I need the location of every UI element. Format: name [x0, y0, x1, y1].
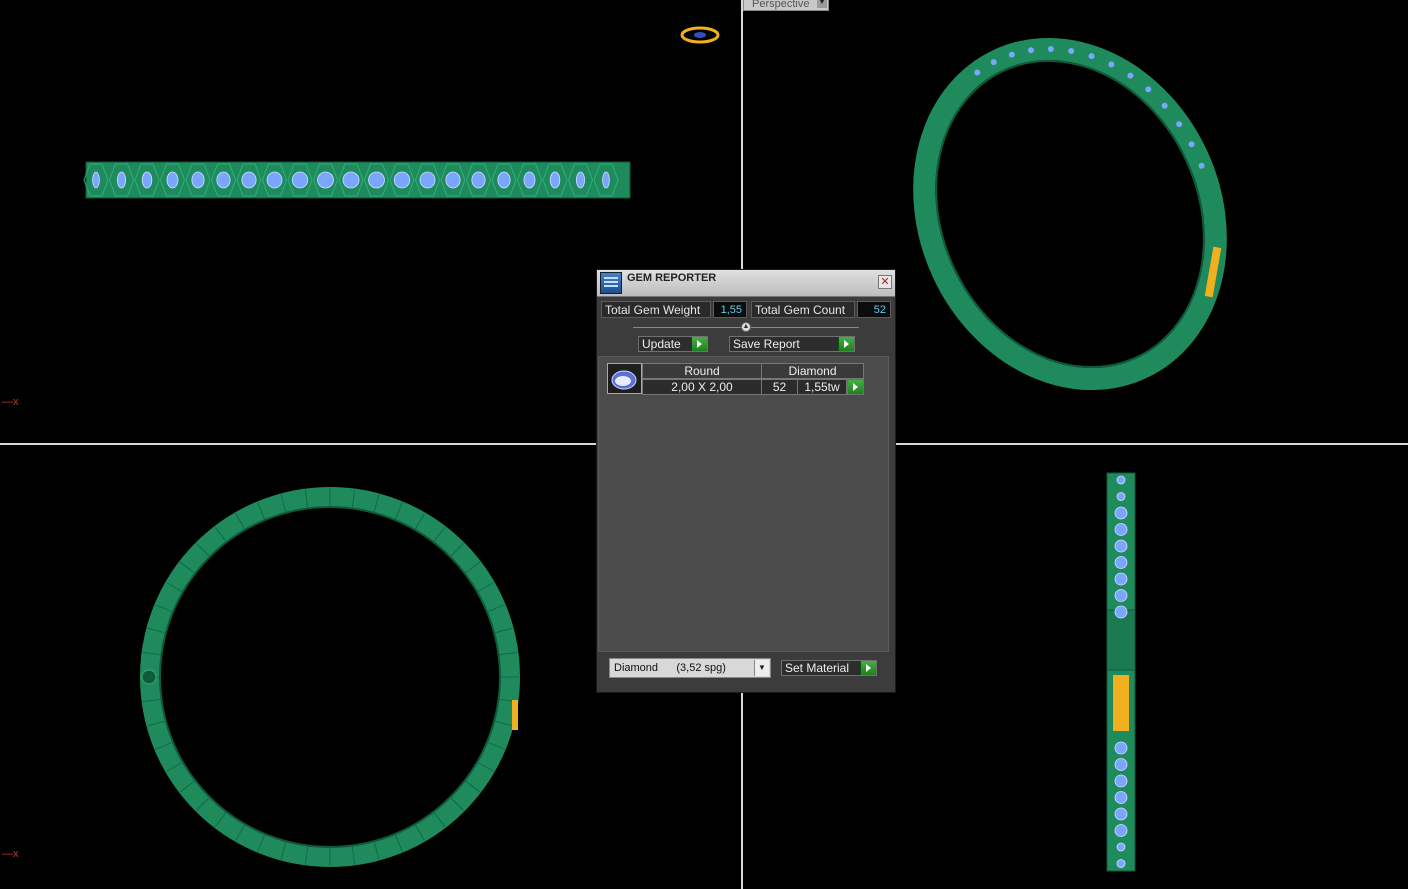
gem-stone: [523, 171, 536, 189]
gem-stone: [241, 171, 257, 189]
save-report-button-label: Save Report: [733, 337, 800, 351]
gem-stone: [166, 171, 179, 189]
gem-stone: [141, 171, 153, 189]
gem-stone: [191, 171, 205, 189]
gem-stone: [1027, 47, 1034, 54]
gem-stone: [1114, 807, 1128, 821]
gem-stone: [1114, 824, 1128, 837]
hinge-pin: [141, 669, 157, 685]
gem-stone: [1114, 791, 1128, 804]
gem-stone: [1114, 572, 1128, 586]
gem-stone: [116, 171, 127, 189]
mini-ring-gem: [694, 32, 706, 38]
gem-stone: [1114, 605, 1128, 619]
total-gem-count-label: Total Gem Count: [751, 301, 855, 318]
gem-stone: [1198, 162, 1205, 169]
update-button-label: Update: [642, 337, 681, 351]
gem-row-select-button[interactable]: [847, 379, 864, 395]
axis-x-indicator: —x: [2, 848, 19, 860]
play-icon: [860, 661, 876, 675]
gem-stone: [602, 171, 610, 189]
gem-stone: [1161, 102, 1168, 109]
gem-stone: [1176, 121, 1183, 128]
gem-stone: [990, 59, 997, 66]
collapse-toggle-icon[interactable]: ▲: [741, 322, 751, 332]
gem-stone: [342, 171, 360, 189]
gem-reporter-panel: GEM REPORTER ✕ Total Gem Weight 1,55 Tot…: [596, 269, 896, 693]
gem-stone: [1114, 774, 1128, 788]
gem-stone: [1068, 47, 1075, 54]
clasp-gold: [1113, 675, 1129, 731]
gem-weight-cell: 1,55tw: [797, 379, 847, 395]
clasp-gold: [512, 700, 518, 730]
gem-stone: [1116, 859, 1126, 868]
gem-stone: [1114, 556, 1128, 569]
total-gem-count-value: 52: [857, 301, 891, 318]
gem-stone: [471, 171, 486, 189]
gem-stone: [1114, 741, 1128, 755]
gem-stone: [575, 171, 586, 189]
gem-stone: [1047, 45, 1054, 52]
gem-stone: [317, 171, 334, 189]
gem-stone: [974, 69, 981, 76]
gem-stone: [1188, 141, 1195, 148]
bangle-ring: [913, 37, 1227, 391]
bangle-ring-inner-edge: [935, 59, 1205, 369]
axis-x-indicator: —x: [2, 396, 19, 408]
gem-stone: [393, 171, 411, 189]
gem-reporter-title: GEM REPORTER: [627, 272, 717, 284]
bangle-ring-inner-edge: [159, 506, 501, 848]
gem-stone: [419, 171, 436, 189]
gem-stone: [1114, 506, 1128, 520]
gem-shape-header: Round: [642, 363, 762, 379]
gem-stone: [497, 171, 511, 189]
gem-reporter-titlebar[interactable]: GEM REPORTER ✕: [597, 270, 895, 297]
gem-stone: [1116, 475, 1126, 485]
save-report-button[interactable]: Save Report: [729, 336, 855, 352]
gem-count-cell: 52: [761, 379, 798, 395]
set-material-button[interactable]: Set Material: [781, 660, 877, 676]
gem-stone: [1114, 539, 1128, 553]
close-icon[interactable]: ✕: [878, 275, 892, 289]
gem-size-cell: 2,00 X 2,00: [642, 379, 762, 395]
gem-stone: [1114, 589, 1128, 602]
gem-stone: [266, 171, 283, 189]
gem-stone: [1008, 51, 1015, 58]
gem-stone: [368, 171, 385, 189]
gem-material-header: Diamond: [761, 363, 864, 379]
gem-stone: [291, 171, 309, 189]
gem-stone: [1088, 53, 1095, 60]
set-material-button-label: Set Material: [785, 661, 850, 675]
gem-reporter-icon: [600, 272, 622, 294]
play-icon: [848, 380, 863, 394]
gem-stone: [549, 171, 561, 189]
gem-stone: [1116, 842, 1126, 852]
gem-stone: [1127, 72, 1134, 79]
update-button[interactable]: Update: [638, 336, 708, 352]
play-icon: [838, 337, 854, 351]
total-gem-weight-value: 1,55: [713, 301, 747, 318]
play-icon: [691, 337, 707, 351]
round-diamond-gem-icon[interactable]: [607, 363, 642, 394]
gem-stone: [1114, 523, 1128, 536]
bangle-hinge-block: [1106, 609, 1136, 671]
gem-stone: [1145, 86, 1152, 93]
chevron-down-icon[interactable]: ▼: [754, 660, 769, 676]
gem-stone: [92, 171, 100, 189]
gem-stone: [1114, 758, 1128, 771]
gem-list[interactable]: Round Diamond 2,00 X 2,00 52 1,55tw: [598, 356, 889, 652]
gem-stone: [1108, 61, 1115, 68]
gem-stone: [445, 171, 461, 189]
gem-stone: [216, 171, 231, 189]
total-gem-weight-label: Total Gem Weight: [601, 301, 711, 318]
gem-stone: [1116, 492, 1126, 501]
material-select-value: Diamond (3,52 spg): [614, 662, 726, 674]
material-select[interactable]: Diamond (3,52 spg) ▼: [609, 658, 771, 678]
